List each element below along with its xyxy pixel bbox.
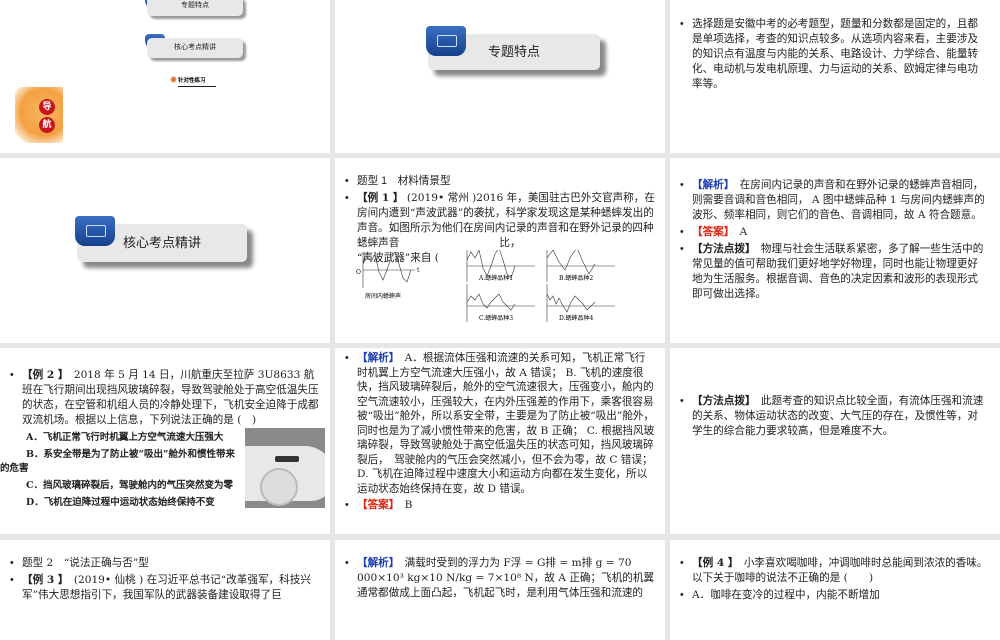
svg-text:A.蟋蟀品种1: A.蟋蟀品种1 (478, 274, 513, 282)
slide-thumbnail-9[interactable]: 【方法点拨】 此题考查的知识点比较全面，有流体压强和流速的关系、物体运动状态的改… (670, 348, 1000, 534)
panel-a: A.蟋蟀品种1 (466, 250, 535, 282)
waveform-figure: Ot 房间内蟋蟀声 A.蟋蟀品种1 B.蟋蟀品种2 C.蟋蟀品种3 D.蟋蟀品种… (356, 250, 615, 322)
panel-c: C.蟋蟀品种3 (466, 284, 535, 322)
slide-thumbnail-5[interactable]: 题型 1 材料情景型 【例 1 】 (2019• 常州 )2016 年，美国驻古… (335, 158, 665, 343)
menu-item-zhuanti[interactable]: 专题特点 (147, 0, 243, 16)
answer: 【答案】 A (680, 225, 985, 240)
logo: 导 航 (15, 87, 63, 143)
slide-thumbnail-1[interactable]: 专题特点 核心考点精讲 针对性练习 导 航 (0, 0, 330, 153)
analysis: 【解析】 在房间内记录的声音和在野外记录的蟋蟀声音相同，则需要音调和音色相同， … (680, 178, 985, 223)
bullet-text: 选择题是安徽中考的必考题型，题量和分数都是固定的，且都是单项选择，考查的知识点较… (680, 17, 985, 92)
analysis: 【解析】 满载时受到的浮力为 F浮 = G排 = m排 g = 70 000×1… (345, 556, 655, 601)
slide-thumbnail-8[interactable]: 【解析】 A．根据流体压强和流速的关系可知，飞机正常飞行时机翼上方空气流速大压强… (335, 348, 665, 534)
option-d: D．飞机在迫降过程中运动状态始终保持不变 (26, 497, 215, 508)
location-pin-icon (170, 76, 177, 83)
slide-thumbnail-6[interactable]: 【解析】 在房间内记录的声音和在野外记录的蟋蟀声音相同，则需要音调和音色相同， … (670, 158, 1000, 343)
option-a: A．咖啡在变冷的过程中，内能不断增加 (680, 588, 990, 603)
panel-b: B.蟋蟀品种2 (546, 250, 615, 282)
slide-thumbnail-10[interactable]: 题型 2 “说法正确与否”型 【例 3 】 (2019• 仙桃 ) 在习近平总书… (0, 540, 330, 640)
slide-thumbnail-12[interactable]: 【例 4 】 小李喜欢喝咖啡，冲调咖啡时总能闻到浓浓的香味。以下关于咖啡的说法不… (670, 540, 1000, 640)
slide-thumbnail-2[interactable]: 专题特点 (335, 0, 665, 153)
svg-text:D.蟋蟀品种4: D.蟋蟀品种4 (559, 314, 594, 322)
panel-d: D.蟋蟀品种4 (546, 284, 615, 322)
method: 【方法点拨】 此题考查的知识点比较全面，有流体压强和流速的关系、物体运动状态的改… (680, 394, 985, 439)
option-b: B．系安全带是为了防止被“吸出”舱外和惯性带来的危害 (0, 449, 235, 474)
example-4: 【例 4 】 小李喜欢喝咖啡，冲调咖啡时总能闻到浓浓的香味。以下关于咖啡的说法不… (680, 556, 990, 586)
svg-text:t: t (417, 267, 420, 274)
slide-thumbnail-4[interactable]: 核心考点精讲 (0, 158, 330, 343)
svg-text:O: O (356, 269, 361, 276)
book-icon (426, 26, 466, 56)
question-type: 题型 2 “说法正确与否”型 (10, 556, 320, 571)
question-type: 题型 1 材料情景型 (345, 174, 655, 189)
svg-text:C.蟋蟀品种3: C.蟋蟀品种3 (479, 314, 513, 322)
method: 【方法点拨】 物理与社会生活联系紧密，多了解一些生活中的常见量的值可帮助我们更好… (680, 242, 985, 302)
airplane-photo (245, 428, 325, 508)
option-c: C．挡风玻璃碎裂后，驾驶舱内的气压突然变为零 (26, 480, 234, 491)
room-waveform: Ot 房间内蟋蟀声 (356, 251, 420, 300)
example-3: 【例 3 】 (2019• 仙桃 ) 在习近平总书记“改革强军，科技兴军”伟大思… (10, 573, 320, 603)
analysis: 【解析】 A．根据流体压强和流速的关系可知，飞机正常飞行时机翼上方空气流速大压强… (345, 351, 655, 496)
book-icon (75, 216, 115, 246)
slide-thumbnail-3[interactable]: 选择题是安徽中考的必考题型，题量和分数都是固定的，且都是单项选择，考查的知识点较… (670, 0, 1000, 153)
slide-thumbnail-7[interactable]: 【例 2 】 2018 年 5 月 14 日，川航重庆至拉萨 3U8633 航班… (0, 348, 330, 534)
example-2: 【例 2 】 2018 年 5 月 14 日，川航重庆至拉萨 3U8633 航班… (10, 368, 320, 428)
practice-link[interactable]: 针对性练习 (178, 76, 216, 87)
slide-thumbnail-11[interactable]: 【解析】 满载时受到的浮力为 F浮 = G排 = m排 g = 70 000×1… (335, 540, 665, 640)
option-a: A．飞机正常飞行时机翼上方空气流速大压强大 (26, 432, 224, 443)
menu-item-hexin[interactable]: 核心考点精讲 (147, 38, 243, 58)
answer: 【答案】 B (345, 498, 655, 513)
svg-text:B.蟋蟀品种2: B.蟋蟀品种2 (559, 274, 593, 282)
svg-text:房间内蟋蟀声: 房间内蟋蟀声 (365, 292, 401, 300)
